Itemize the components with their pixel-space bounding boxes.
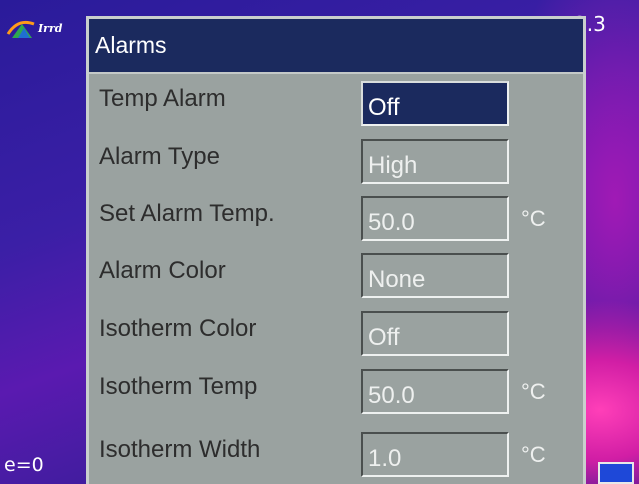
row-alarm-type: Alarm Type High [89,139,583,189]
emissivity-readout: e=0 [4,454,44,476]
isotherm-width-unit: °C [521,442,546,467]
temp-alarm-label: Temp Alarm [99,85,226,112]
row-isotherm-width: Isotherm Width 1.0 °C [89,432,583,482]
set-alarm-temp-unit: °C [521,206,546,231]
alarm-color-field[interactable]: None [361,253,509,298]
set-alarm-temp-field[interactable]: 50.0 [361,196,509,241]
row-isotherm-color: Isotherm Color Off [89,311,583,361]
row-temp-alarm: Temp Alarm Off [89,81,583,131]
alarm-type-label: Alarm Type [99,143,220,170]
row-set-alarm-temp: Set Alarm Temp. 50.0 °C [89,196,583,246]
dialog-title: Alarms [95,32,167,58]
row-isotherm-temp: Isotherm Temp 50.0 °C [89,369,583,419]
alarm-type-field[interactable]: High [361,139,509,184]
alarms-dialog: Alarms Temp Alarm Off Alarm Type High Se… [86,16,586,484]
temp-alarm-field[interactable]: Off [361,81,509,126]
set-alarm-temp-label: Set Alarm Temp. [99,200,275,227]
isotherm-width-field[interactable]: 1.0 [361,432,509,477]
isotherm-temp-unit: °C [521,379,546,404]
status-indicator [598,462,634,484]
alarm-color-label: Alarm Color [99,257,226,284]
isotherm-temp-label: Isotherm Temp [99,373,258,400]
isotherm-color-label: Isotherm Color [99,315,257,342]
isotherm-color-field[interactable]: Off [361,311,509,356]
brand-text: Irrd [38,22,63,35]
isotherm-temp-field[interactable]: 50.0 [361,369,509,414]
isotherm-width-label: Isotherm Width [99,436,261,463]
row-alarm-color: Alarm Color None [89,253,583,303]
dialog-title-bar: Alarms [89,19,583,74]
